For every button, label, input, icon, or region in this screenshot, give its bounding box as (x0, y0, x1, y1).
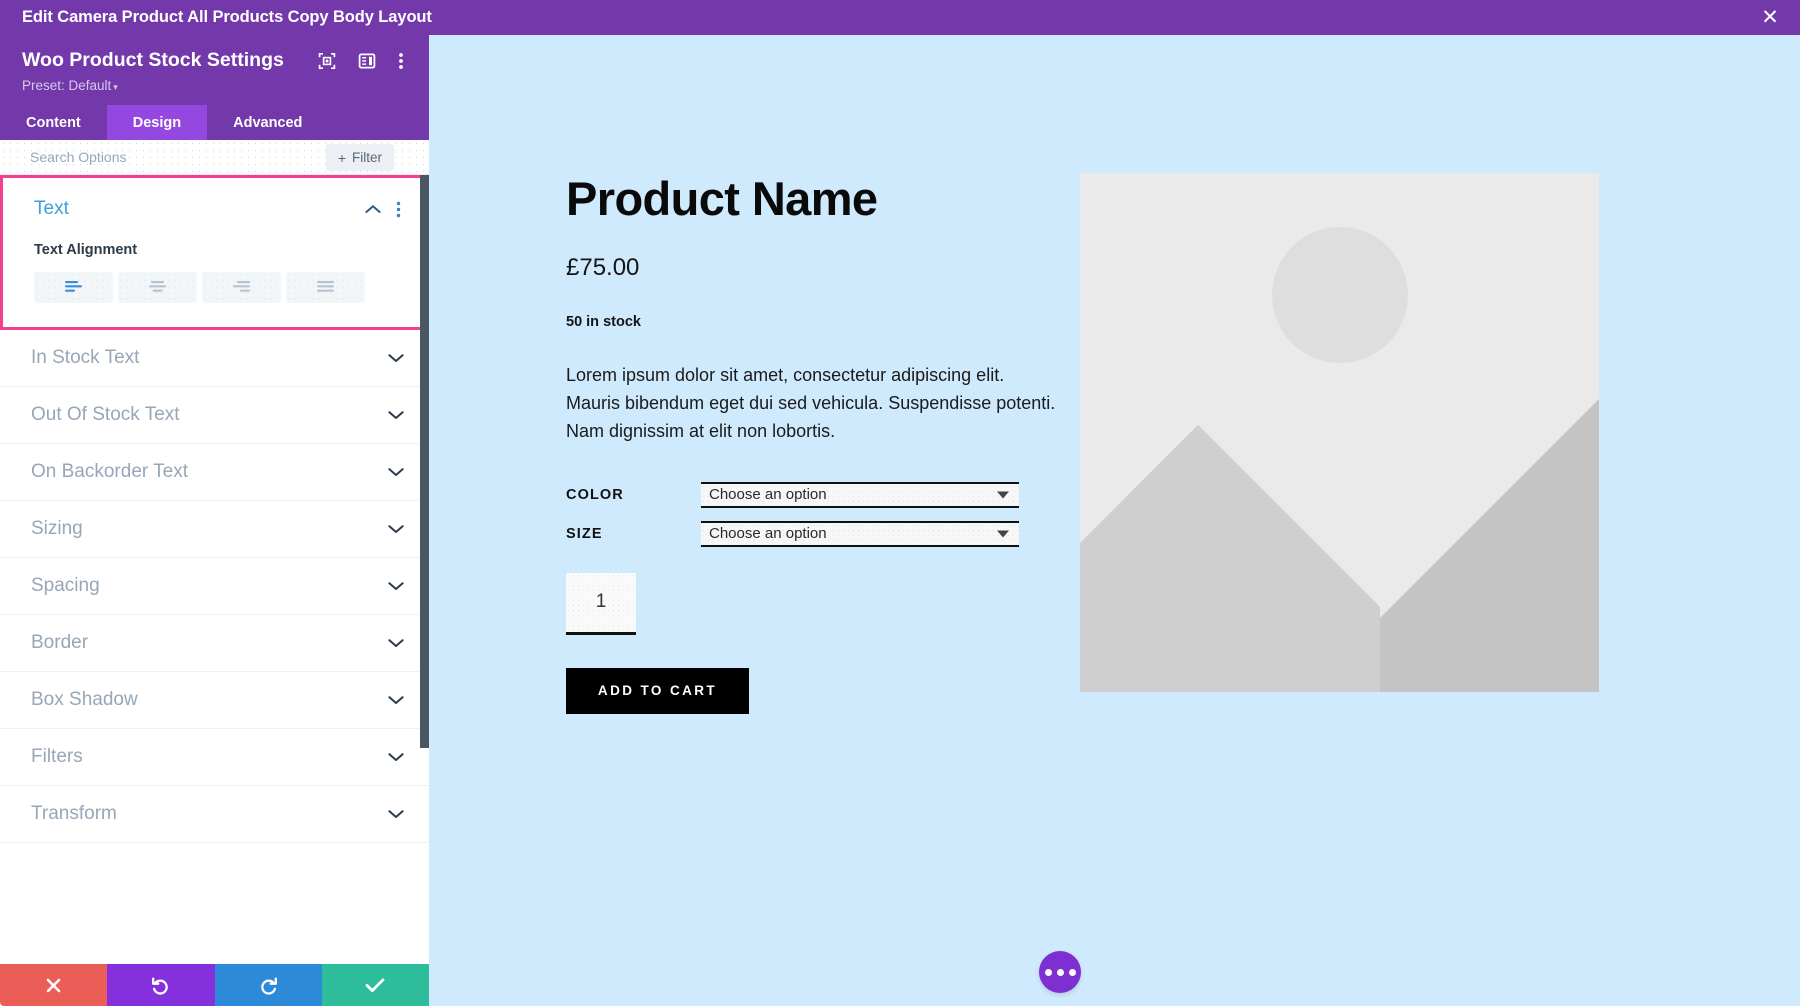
undo-button[interactable] (107, 964, 215, 1006)
close-icon[interactable]: ✕ (1758, 7, 1782, 28)
image-placeholder-icon (1080, 173, 1599, 692)
section-text: Text Text Alignment (0, 175, 429, 330)
tab-content[interactable]: Content (0, 105, 107, 140)
add-to-cart-button[interactable]: ADD TO CART (566, 667, 749, 714)
tab-design[interactable]: Design (106, 105, 208, 140)
variation-label: SIZE (566, 525, 603, 542)
product-image-placeholder (1080, 173, 1599, 692)
chevron-down-icon[interactable] (388, 353, 404, 363)
color-select[interactable]: Choose an option (701, 481, 1019, 508)
save-button[interactable] (321, 964, 429, 1006)
quantity-input[interactable]: 1 (566, 572, 636, 635)
chevron-down-icon[interactable] (388, 752, 404, 762)
section-title: Box Shadow (31, 689, 138, 710)
size-select-value: Choose an option (709, 525, 827, 543)
section-transform[interactable]: Transform (0, 786, 429, 843)
product-title: Product Name (566, 172, 878, 225)
section-filters[interactable]: Filters (0, 729, 429, 786)
chevron-down-icon[interactable] (388, 809, 404, 819)
align-left-button[interactable] (34, 272, 113, 303)
section-title: Sizing (31, 518, 83, 539)
section-title: Out Of Stock Text (31, 404, 180, 425)
divi-builder-app: Edit Camera Product All Products Copy Bo… (0, 0, 1800, 1006)
chevron-down-icon[interactable] (388, 581, 404, 591)
align-justify-button[interactable] (286, 272, 365, 303)
section-on-backorder-text[interactable]: On Backorder Text (0, 444, 429, 501)
filter-button[interactable]: + Filter (325, 144, 394, 171)
section-box-shadow[interactable]: Box Shadow (0, 672, 429, 729)
chevron-down-icon (997, 491, 1009, 499)
section-title: Transform (31, 803, 117, 824)
settings-action-bar (0, 964, 429, 1006)
section-title: Filters (31, 746, 83, 767)
section-text-header[interactable]: Text (34, 198, 401, 220)
settings-panel-header: Woo Product Stock Settings Preset: Defau… (0, 35, 429, 105)
layout-panel-icon[interactable] (358, 52, 376, 70)
chevron-down-icon: ▾ (113, 82, 118, 92)
quantity-wrapper: 1 (566, 572, 1086, 635)
filter-label: Filter (352, 150, 382, 165)
section-out-of-stock-text[interactable]: Out Of Stock Text (0, 387, 429, 444)
preset-label: Preset: Default (22, 78, 112, 93)
window-title-bar: Edit Camera Product All Products Copy Bo… (0, 0, 1800, 35)
cancel-button[interactable] (0, 964, 108, 1006)
focus-target-icon[interactable] (318, 52, 336, 70)
preset-selector[interactable]: Preset: Default ▾ (22, 78, 409, 93)
chevron-down-icon[interactable] (388, 638, 404, 648)
product-price: £75.00 (566, 254, 640, 281)
variation-label: COLOR (566, 486, 624, 503)
section-title: Spacing (31, 575, 100, 596)
section-title: On Backorder Text (31, 461, 189, 482)
align-right-button[interactable] (202, 272, 281, 303)
product-stock-status: 50 in stock (566, 314, 641, 330)
chevron-down-icon[interactable] (388, 410, 404, 420)
product-variations: COLOR Choose an option SIZE Choose an op… (566, 481, 1086, 547)
tab-advanced[interactable]: Advanced (207, 105, 328, 140)
chevron-down-icon[interactable] (388, 524, 404, 534)
more-vertical-icon[interactable] (398, 51, 404, 71)
product-summary: Product Name £75.00 50 in stock Lorem ip… (566, 175, 1086, 714)
plus-icon: + (337, 149, 346, 166)
more-horizontal-icon (1044, 968, 1052, 976)
color-select-value: Choose an option (709, 486, 827, 504)
section-spacing[interactable]: Spacing (0, 558, 429, 615)
window-title: Edit Camera Product All Products Copy Bo… (22, 8, 432, 26)
chevron-down-icon[interactable] (388, 467, 404, 477)
page-settings-fab[interactable] (1039, 951, 1081, 993)
section-title: In Stock Text (31, 347, 140, 368)
panel-title: Woo Product Stock Settings (22, 49, 284, 71)
page-preview-canvas: Product Name £75.00 50 in stock Lorem ip… (429, 35, 1800, 1006)
variation-row-size: SIZE Choose an option (566, 520, 1086, 547)
size-select[interactable]: Choose an option (701, 520, 1019, 547)
more-horizontal-icon (1056, 968, 1064, 976)
add-to-cart-label: ADD TO CART (597, 683, 718, 699)
settings-tabs: Content Design Advanced (0, 105, 429, 140)
chevron-up-icon[interactable] (365, 204, 381, 214)
settings-sections: Text Text Alignment In Stock Text Out Of… (0, 175, 429, 843)
section-text-title: Text (34, 198, 69, 219)
align-center-button[interactable] (118, 272, 197, 303)
section-title: Border (31, 632, 89, 653)
panel-scrollbar-thumb[interactable] (420, 175, 429, 748)
chevron-down-icon (997, 530, 1009, 538)
section-border[interactable]: Border (0, 615, 429, 672)
section-text-menu-icon[interactable] (396, 201, 401, 218)
product-description: Lorem ipsum dolor sit amet, consectetur … (566, 365, 1056, 441)
section-sizing[interactable]: Sizing (0, 501, 429, 558)
search-options-bar: + Filter (0, 140, 429, 175)
quantity-value: 1 (595, 591, 607, 613)
settings-sections-scroll: Text Text Alignment In Stock Text Out Of… (0, 175, 429, 964)
redo-button[interactable] (214, 964, 322, 1006)
section-in-stock-text[interactable]: In Stock Text (0, 330, 429, 387)
variation-row-color: COLOR Choose an option (566, 481, 1086, 508)
settings-panel: Woo Product Stock Settings Preset: Defau… (0, 35, 429, 1006)
text-alignment-options (34, 272, 401, 303)
text-alignment-label: Text Alignment (34, 242, 138, 258)
panel-scrollbar-track[interactable] (420, 175, 429, 964)
chevron-down-icon[interactable] (388, 695, 404, 705)
more-horizontal-icon (1068, 968, 1076, 976)
